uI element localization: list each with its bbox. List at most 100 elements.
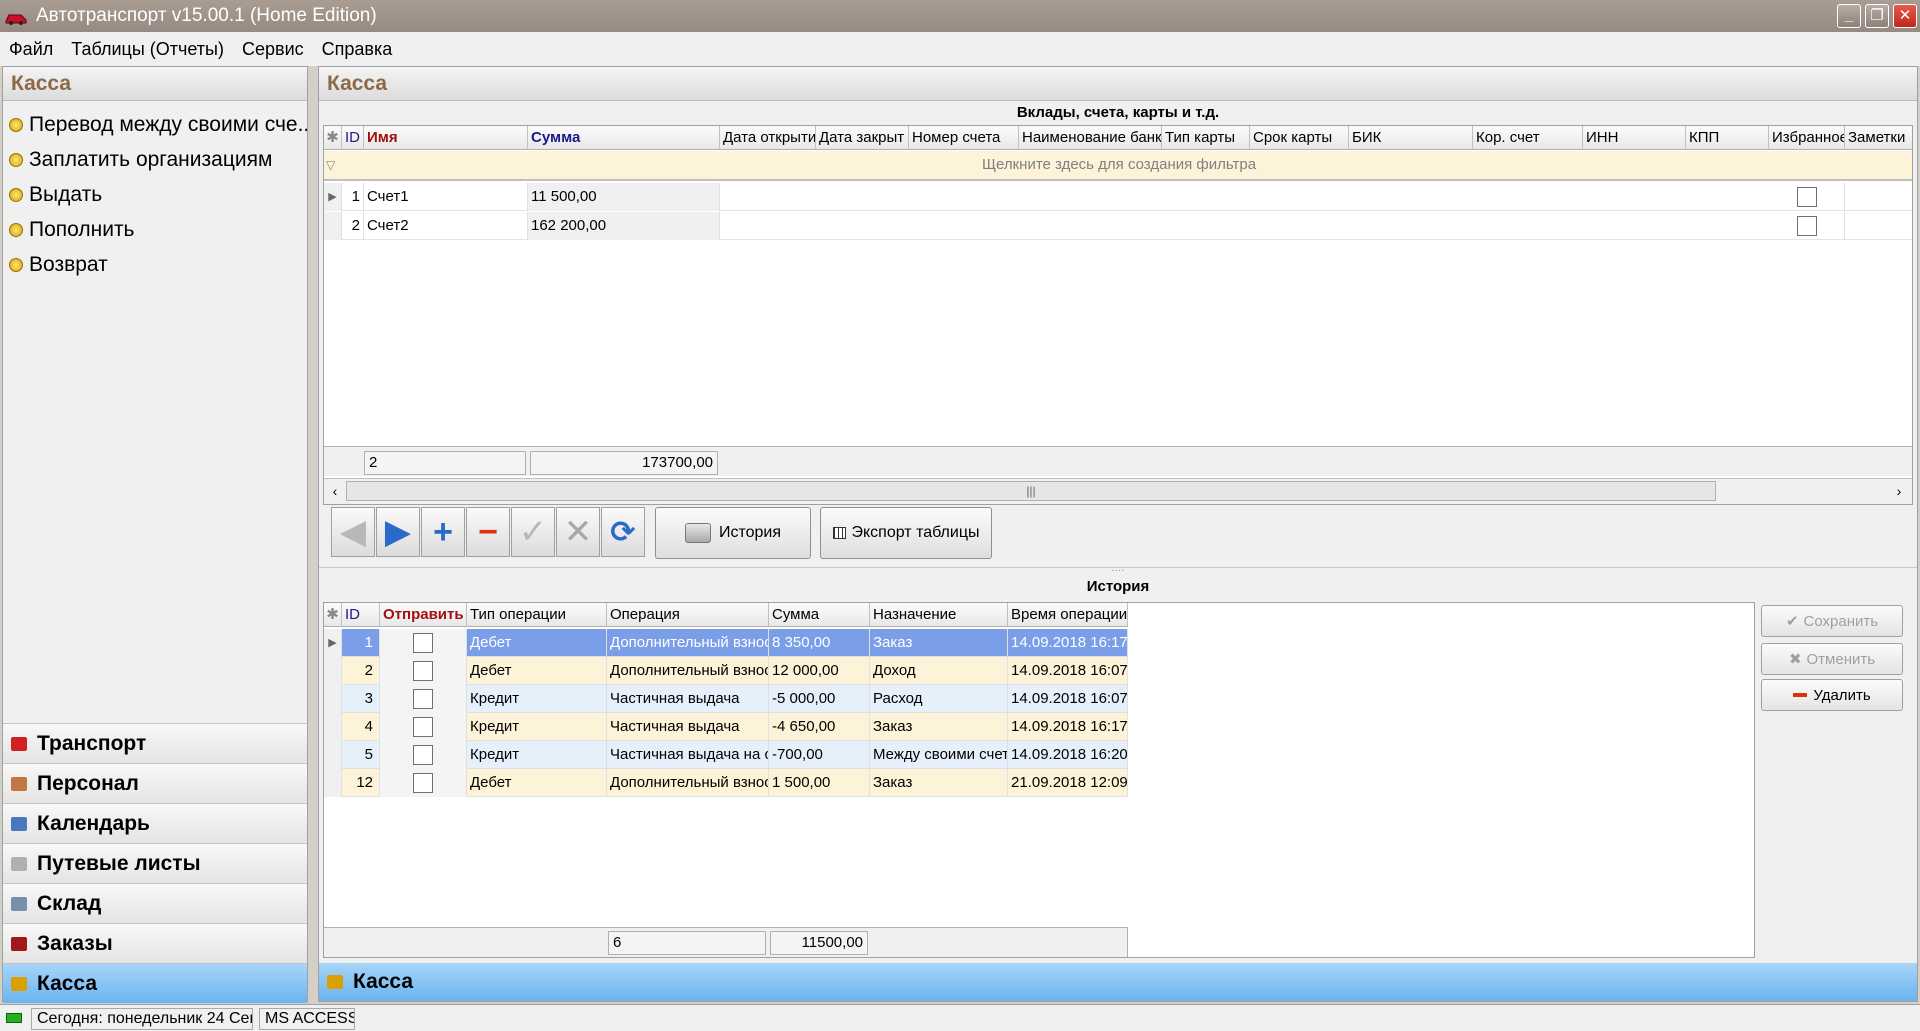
col-close-date[interactable]: Дата закрыт (816, 126, 909, 150)
scroll-thumb[interactable]: ||| (346, 481, 1716, 501)
favorite-checkbox[interactable] (1796, 216, 1817, 237)
history-sum: -4 650,00 (769, 713, 870, 741)
menu-tables[interactable]: Таблицы (Отчеты) (71, 39, 224, 60)
col-operation[interactable]: Операция (607, 603, 769, 627)
cancel-button[interactable]: ✖ Отменить (1761, 643, 1903, 675)
col-card-term[interactable]: Срок карты (1250, 126, 1349, 150)
check-icon: ✔ (1785, 613, 1799, 630)
restore-button[interactable]: ❐ (1865, 4, 1889, 28)
col-operation-time[interactable]: Время операции (1008, 603, 1128, 627)
table-row[interactable]: 12 Дебет Дополнительный взнос 1 500,00 Заказ… (324, 769, 1128, 797)
prev-record-button[interactable]: ◀ (331, 507, 375, 557)
send-checkbox[interactable] (413, 773, 433, 794)
send-checkbox[interactable] (413, 633, 433, 654)
minimize-button[interactable]: _ (1837, 4, 1861, 28)
row-selector[interactable] (324, 769, 342, 797)
send-checkbox[interactable] (413, 717, 433, 738)
nav-personnel[interactable]: Персонал (3, 763, 307, 803)
col-operation-type[interactable]: Тип операции (467, 603, 607, 627)
nav-cash[interactable]: Касса (3, 963, 307, 1003)
table-row[interactable]: ▶ 1 Дебет Дополнительный взнос 8 350,00 Заказ… (324, 629, 1128, 657)
table-row[interactable]: 2 Дебет Дополнительный взнос 12 000,00 Доход… (324, 657, 1128, 685)
col-amount[interactable]: Сумма (769, 603, 870, 627)
cart-icon (11, 896, 27, 911)
history-grid: ✱ ID Отправить Тип операции Операция Сум… (323, 602, 1755, 958)
scroll-right-icon[interactable]: › (1890, 481, 1908, 501)
row-selector-header[interactable]: ✱ (324, 603, 342, 627)
col-corr-account[interactable]: Кор. счет (1473, 126, 1583, 150)
send-checkbox[interactable] (413, 661, 433, 682)
row-selector[interactable] (324, 685, 342, 713)
account-name[interactable]: Счет2 (364, 212, 528, 240)
col-purpose[interactable]: Назначение (870, 603, 1008, 627)
table-row[interactable]: 5 Кредит Частичная выдача на с -700,00 Между… (324, 741, 1128, 769)
action-pay-organizations[interactable]: Заплатить организациям (3, 142, 307, 177)
col-notes[interactable]: Заметки (1845, 126, 1912, 150)
nav-calendar[interactable]: Календарь (3, 803, 307, 843)
cancel-edit-button[interactable]: ✕ (556, 507, 600, 557)
history-purpose: Доход (870, 657, 1008, 685)
nav-orders[interactable]: Заказы (3, 923, 307, 963)
nav-warehouse[interactable]: Склад (3, 883, 307, 923)
col-id[interactable]: ID (342, 126, 364, 150)
col-bank-name[interactable]: Наименование банка (1019, 126, 1162, 150)
close-button[interactable]: ✕ (1893, 4, 1917, 28)
table-row[interactable]: 4 Кредит Частичная выдача -4 650,00 Заказ 14.… (324, 713, 1128, 741)
col-name[interactable]: Имя (364, 126, 528, 150)
row-selector[interactable] (324, 713, 342, 741)
nav-waybills[interactable]: Путевые листы (3, 843, 307, 883)
row-selector[interactable] (324, 657, 342, 685)
refresh-button[interactable]: ⟳ (601, 507, 645, 557)
table-row[interactable]: ▶ 1 Счет1 11 500,00 (324, 183, 1912, 211)
delete-record-button[interactable]: − (466, 507, 510, 557)
table-row[interactable]: 3 Кредит Частичная выдача -5 000,00 Расход 14… (324, 685, 1128, 713)
col-send[interactable]: Отправить (380, 603, 467, 627)
col-favorite[interactable]: Избранное (1769, 126, 1845, 150)
action-transfer[interactable]: Перевод между своими сче... (3, 107, 307, 142)
col-open-date[interactable]: Дата открыти (720, 126, 816, 150)
coins-icon (9, 187, 23, 202)
col-account-number[interactable]: Номер счета (909, 126, 1019, 150)
col-inn[interactable]: ИНН (1583, 126, 1686, 150)
row-selector[interactable] (324, 741, 342, 769)
nav-transport[interactable]: Транспорт (3, 723, 307, 763)
delete-button[interactable]: Удалить (1761, 679, 1903, 711)
save-button[interactable]: ✔ Сохранить (1761, 605, 1903, 637)
footer-title-bar: Касса (319, 963, 1917, 1001)
col-bik[interactable]: БИК (1349, 126, 1473, 150)
favorite-checkbox[interactable] (1796, 187, 1817, 208)
col-id[interactable]: ID (342, 603, 380, 627)
col-sum[interactable]: Сумма (528, 126, 720, 150)
window-title: Автотранспорт v15.00.1 (Home Edition) (36, 5, 377, 26)
menu-help[interactable]: Справка (322, 39, 393, 60)
row-pointer-icon[interactable]: ▶ (324, 629, 342, 657)
menu-service[interactable]: Сервис (242, 39, 304, 60)
send-checkbox[interactable] (413, 689, 433, 710)
scroll-left-icon[interactable]: ‹ (326, 481, 344, 501)
next-record-button[interactable]: ▶ (376, 507, 420, 557)
history-id: 5 (342, 741, 380, 769)
account-name[interactable]: Счет1 (364, 183, 528, 211)
history-type: Дебет (467, 657, 607, 685)
confirm-button[interactable]: ✓ (511, 507, 555, 557)
splitter[interactable]: ···· (319, 566, 1917, 576)
action-refund[interactable]: Возврат (3, 247, 307, 282)
action-withdraw[interactable]: Выдать (3, 177, 307, 212)
history-purpose: Заказ (870, 769, 1008, 797)
menu-file[interactable]: Файл (9, 39, 53, 60)
account-id: 2 (342, 212, 364, 240)
send-checkbox[interactable] (413, 745, 433, 766)
export-table-button[interactable]: Экспорт таблицы (820, 507, 992, 559)
history-type: Дебет (467, 629, 607, 657)
add-record-button[interactable]: + (421, 507, 465, 557)
col-kpp[interactable]: КПП (1686, 126, 1769, 150)
row-selector-header[interactable]: ✱ (324, 126, 342, 150)
table-row[interactable]: 2 Счет2 162 200,00 (324, 212, 1912, 240)
history-type: Дебет (467, 769, 607, 797)
filter-row[interactable]: ▽ Щелкните здесь для создания фильтра (324, 151, 1912, 181)
history-button[interactable]: История (655, 507, 811, 559)
col-card-type[interactable]: Тип карты (1162, 126, 1250, 150)
horizontal-scrollbar[interactable]: ‹ ||| › (324, 478, 1912, 504)
history-count: 6 (608, 931, 766, 955)
action-deposit[interactable]: Пополнить (3, 212, 307, 247)
